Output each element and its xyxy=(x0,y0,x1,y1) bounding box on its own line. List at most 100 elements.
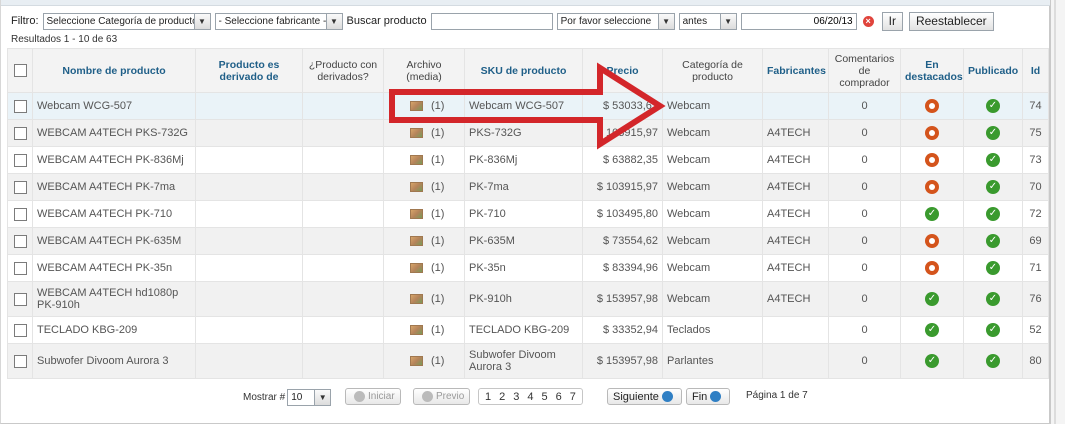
col-maker[interactable]: Fabricantes xyxy=(762,48,829,93)
col-sku[interactable]: SKU de producto xyxy=(464,48,583,93)
published-check-icon[interactable]: ✓ xyxy=(986,354,1000,368)
product-name-link[interactable]: WEBCAM A4TECH PKS-732G xyxy=(32,119,196,147)
reviews-link[interactable]: 0 xyxy=(828,316,901,344)
image-icon[interactable] xyxy=(410,155,423,166)
page-link[interactable]: 4 xyxy=(527,391,533,403)
search-input[interactable] xyxy=(430,12,553,30)
reviews-link[interactable]: 0 xyxy=(828,281,901,317)
published-check-icon[interactable]: ✓ xyxy=(986,234,1000,248)
row-checkbox[interactable] xyxy=(13,354,27,368)
image-icon[interactable] xyxy=(410,356,423,367)
product-name-link[interactable]: WEBCAM A4TECH PK-836Mj xyxy=(32,146,196,174)
row-checkbox[interactable] xyxy=(13,126,27,140)
category-link[interactable]: Webcam xyxy=(662,281,763,317)
maker-link[interactable] xyxy=(762,316,829,344)
reset-button[interactable]: Reestablecer xyxy=(908,11,994,31)
category-link[interactable]: Teclados xyxy=(662,316,763,344)
featured-off-icon[interactable] xyxy=(925,261,939,275)
maker-link[interactable]: A4TECH xyxy=(762,200,829,228)
col-name[interactable]: Nombre de producto xyxy=(32,48,196,93)
table-row[interactable]: WEBCAM A4TECH PKS-732G (1) PKS-732G $ 10391… xyxy=(7,119,1049,147)
maker-select[interactable]: - Seleccione fabricante - ▼ xyxy=(214,12,343,30)
table-row[interactable]: WEBCAM A4TECH PK-635M (1) PK-635M $ 73554,6… xyxy=(7,227,1049,255)
featured-check-icon[interactable]: ✓ xyxy=(925,207,939,221)
image-icon[interactable] xyxy=(410,101,423,112)
published-check-icon[interactable]: ✓ xyxy=(986,126,1000,140)
category-link[interactable]: Webcam xyxy=(662,146,763,174)
image-icon[interactable] xyxy=(410,182,423,193)
prev-page-button[interactable]: Previo xyxy=(413,388,471,405)
row-checkbox[interactable] xyxy=(13,323,27,337)
image-icon[interactable] xyxy=(410,263,423,274)
next-page-button[interactable]: Siguiente xyxy=(607,388,682,405)
maker-link[interactable]: A4TECH xyxy=(762,227,829,255)
row-checkbox[interactable] xyxy=(13,207,27,221)
row-checkbox[interactable] xyxy=(13,234,27,248)
product-name-link[interactable]: WEBCAM A4TECH PK-635M xyxy=(32,227,196,255)
featured-off-icon[interactable] xyxy=(925,180,939,194)
reviews-link[interactable]: 0 xyxy=(828,146,901,174)
published-check-icon[interactable]: ✓ xyxy=(986,153,1000,167)
category-link[interactable]: Webcam xyxy=(662,173,763,201)
row-checkbox[interactable] xyxy=(13,99,27,113)
maker-link[interactable]: A4TECH xyxy=(762,173,829,201)
maker-link[interactable] xyxy=(762,343,829,379)
featured-off-icon[interactable] xyxy=(925,153,939,167)
product-name-link[interactable]: WEBCAM A4TECH PK-7ma xyxy=(32,173,196,201)
col-featured[interactable]: En destacados xyxy=(900,48,964,93)
clear-date-icon[interactable]: × xyxy=(862,15,874,27)
image-icon[interactable] xyxy=(410,325,423,336)
featured-off-icon[interactable] xyxy=(925,126,939,140)
col-id[interactable]: Id xyxy=(1022,48,1049,93)
product-name-link[interactable]: WEBCAM A4TECH hd1080p PK-910h xyxy=(32,281,196,317)
table-row[interactable]: Subwofer Divoom Aurora 3 (1) Subwofer Divo… xyxy=(7,343,1049,379)
row-checkbox[interactable] xyxy=(13,292,27,306)
col-published[interactable]: Publicado xyxy=(963,48,1023,93)
page-size-select[interactable]: 10 ▼ xyxy=(287,389,332,406)
condition-select[interactable]: Por favor seleccione ▼ xyxy=(556,12,675,30)
reviews-link[interactable]: 0 xyxy=(828,119,901,147)
table-row[interactable]: WEBCAM A4TECH PK-836Mj (1) PK-836Mj $ 63882… xyxy=(7,146,1049,174)
reviews-link[interactable]: 0 xyxy=(828,92,901,120)
product-name-link[interactable]: WEBCAM A4TECH PK-35n xyxy=(32,254,196,282)
product-name-link[interactable]: WEBCAM A4TECH PK-710 xyxy=(32,200,196,228)
featured-check-icon[interactable]: ✓ xyxy=(925,323,939,337)
category-link[interactable]: Webcam xyxy=(662,200,763,228)
col-derived-from[interactable]: Producto es derivado de xyxy=(195,48,303,93)
reviews-link[interactable]: 0 xyxy=(828,227,901,255)
published-check-icon[interactable]: ✓ xyxy=(986,292,1000,306)
featured-off-icon[interactable] xyxy=(925,234,939,248)
go-button[interactable]: Ir xyxy=(881,11,903,31)
row-checkbox[interactable] xyxy=(13,261,27,275)
reviews-link[interactable]: 0 xyxy=(828,200,901,228)
page-link[interactable]: 3 xyxy=(513,391,519,403)
reviews-link[interactable]: 0 xyxy=(828,173,901,201)
first-page-button[interactable]: Iniciar xyxy=(345,388,401,405)
select-all-checkbox[interactable] xyxy=(13,64,27,77)
table-row[interactable]: WEBCAM A4TECH PK-7ma (1) PK-7ma $ 103915,97… xyxy=(7,173,1049,201)
date-operator-select[interactable]: antes ▼ xyxy=(678,12,737,30)
product-name-link[interactable]: Webcam WCG-507 xyxy=(32,92,196,120)
maker-link[interactable]: A4TECH xyxy=(762,254,829,282)
category-link[interactable]: Webcam xyxy=(662,227,763,255)
category-select[interactable]: Seleccione Categoría de producto ▼ xyxy=(42,12,211,30)
category-link[interactable]: Parlantes xyxy=(662,343,763,379)
table-row[interactable]: WEBCAM A4TECH hd1080p PK-910h (1) PK-910h $… xyxy=(7,281,1049,317)
category-link[interactable]: Webcam xyxy=(662,119,763,147)
reviews-link[interactable]: 0 xyxy=(828,254,901,282)
maker-link[interactable]: A4TECH xyxy=(762,119,829,147)
page-link[interactable]: 6 xyxy=(556,391,562,403)
row-checkbox[interactable] xyxy=(13,180,27,194)
row-checkbox[interactable] xyxy=(13,153,27,167)
reviews-link[interactable]: 0 xyxy=(828,343,901,379)
last-page-button[interactable]: Fin xyxy=(686,388,731,405)
published-check-icon[interactable]: ✓ xyxy=(986,323,1000,337)
col-price[interactable]: Precio xyxy=(582,48,663,93)
product-name-link[interactable]: Subwofer Divoom Aurora 3 xyxy=(32,343,196,379)
table-row[interactable]: Webcam WCG-507 (1) Webcam WCG-507 $ 53033,6… xyxy=(7,92,1049,120)
published-check-icon[interactable]: ✓ xyxy=(986,207,1000,221)
featured-check-icon[interactable]: ✓ xyxy=(925,354,939,368)
maker-link[interactable]: A4TECH xyxy=(762,281,829,317)
maker-link[interactable]: A4TECH xyxy=(762,146,829,174)
product-name-link[interactable]: TECLADO KBG-209 xyxy=(32,316,196,344)
